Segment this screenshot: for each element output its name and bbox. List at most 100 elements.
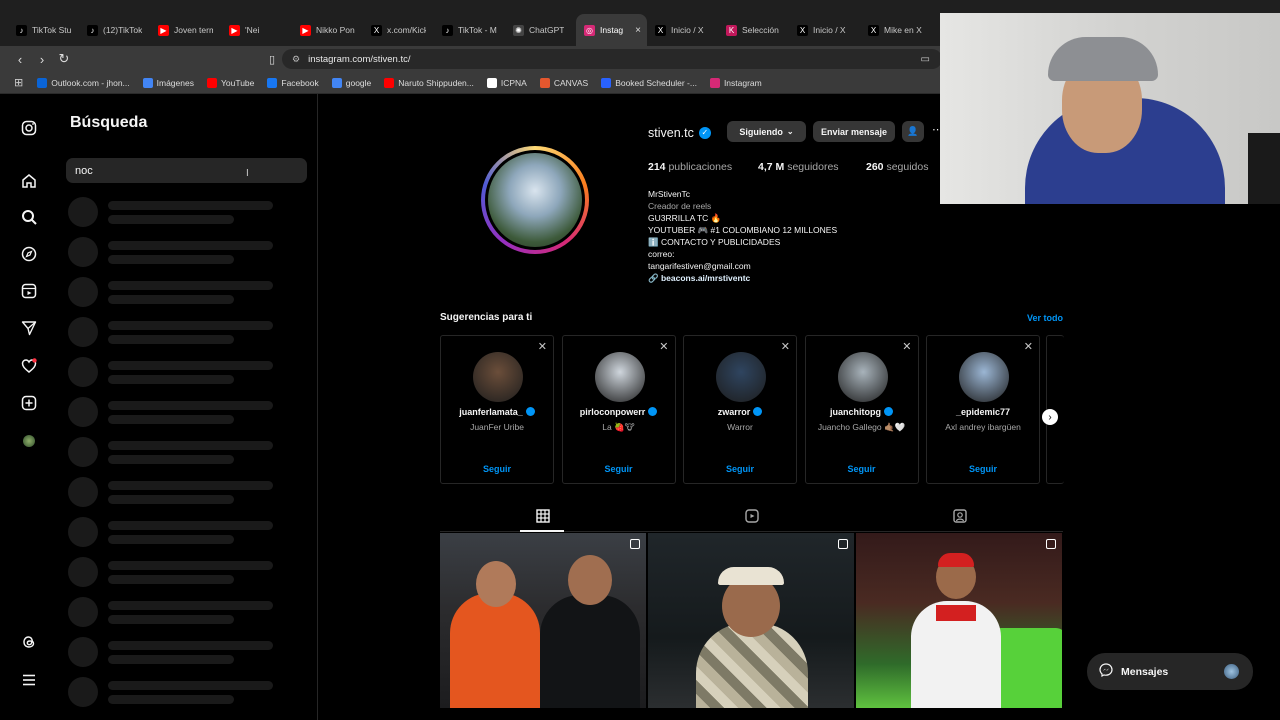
posts-grid-tab-icon[interactable] <box>535 508 551 524</box>
bookmark-item[interactable]: YouTube <box>206 77 254 88</box>
follow-button[interactable]: Seguir <box>563 464 675 474</box>
suggestion-card[interactable]: ✕ zwarror Warror Seguir <box>683 335 797 484</box>
reels-tab-icon[interactable] <box>744 508 760 524</box>
suggestion-card[interactable]: ✕ _epidemic77 Axl andrey ibargüen Seguir <box>926 335 1040 484</box>
search-icon[interactable] <box>19 207 39 227</box>
send-message-button[interactable]: Enviar mensaje <box>813 121 895 142</box>
address-bar[interactable]: ⚙ instagram.com/stiven.tc/ ▭ <box>282 49 942 69</box>
dismiss-suggestion-icon[interactable]: ✕ <box>659 340 668 353</box>
suggestion-card[interactable]: ✕ juanchitopg Juancho Gallego 🤙🏽🤍 Seguir <box>804 335 919 484</box>
browser-tab[interactable]: ✺ ChatGPT <box>505 14 576 46</box>
posts-stat: 214 publicaciones <box>648 161 732 173</box>
bookmark-item[interactable]: Naruto Shippuden... <box>384 77 474 88</box>
suggestion-username: pirloconpowerr <box>579 407 646 417</box>
bookmark-item[interactable]: Instagram <box>709 77 762 88</box>
back-icon[interactable]: ‹ <box>10 52 30 67</box>
post-thumbnail[interactable] <box>648 533 854 708</box>
followers-count: 4,7 M <box>758 161 785 173</box>
send-message-label: Enviar mensaje <box>820 126 888 137</box>
suggestion-card[interactable]: ✕ pirloconpowerr La 🍓🐮 Seguir <box>561 335 676 484</box>
browser-tab[interactable]: ♪ TikTok Stu <box>8 14 79 46</box>
bookmark-item[interactable]: google <box>331 77 371 88</box>
browser-tab[interactable]: ♪ (12)TikTok <box>79 14 150 46</box>
browser-tab[interactable]: X Mike en X <box>860 14 931 46</box>
tab-title: Selección <box>742 25 779 35</box>
browser-tab[interactable]: ♪ TikTok - M <box>434 14 505 46</box>
bookmark-item[interactable]: Booked Scheduler -... <box>601 77 697 88</box>
see-all-link[interactable]: Ver todo <box>1027 313 1063 323</box>
messages-button[interactable]: Mensajes <box>1087 653 1253 690</box>
suggestion-username-row[interactable]: zwarror <box>684 407 796 417</box>
follow-button[interactable]: Seguir <box>684 464 796 474</box>
follow-button[interactable]: Seguir <box>806 464 918 474</box>
posts-label: publicaciones <box>668 161 733 173</box>
suggestion-avatar[interactable] <box>716 352 766 402</box>
bookmark-item[interactable]: Outlook.com - jhon... <box>37 77 130 88</box>
bookmark-favicon-icon <box>601 77 612 88</box>
suggestion-card[interactable]: ✕ juanferlamata_ JuanFer Uribe Seguir <box>440 335 554 484</box>
browser-tab[interactable]: ▶ Joven term <box>150 14 221 46</box>
bookmark-icon[interactable]: ▯ <box>262 53 282 66</box>
tagged-tab-icon[interactable] <box>952 508 968 524</box>
suggest-people-button[interactable]: 👤 <box>902 121 924 142</box>
profile-avatar-icon[interactable] <box>19 431 39 451</box>
suggestion-avatar[interactable] <box>959 352 1009 402</box>
tab-title: TikTok Stu <box>32 25 71 35</box>
suggestion-avatar[interactable] <box>594 352 645 402</box>
bookmark-favicon-icon <box>709 77 720 88</box>
home-icon[interactable] <box>19 171 39 191</box>
dismiss-suggestion-icon[interactable]: ✕ <box>1024 340 1033 353</box>
instagram-logo-icon[interactable] <box>19 118 39 138</box>
more-menu-icon[interactable] <box>19 670 39 690</box>
dismiss-suggestion-icon[interactable]: ✕ <box>538 340 547 353</box>
post-thumbnail[interactable] <box>440 533 646 708</box>
reels-icon[interactable] <box>19 281 39 301</box>
browser-tab[interactable]: ◎ Instag × <box>576 14 647 46</box>
bookmark-item[interactable]: CANVAS <box>539 77 588 88</box>
followers-stat[interactable]: 4,7 M seguidores <box>758 161 839 173</box>
dismiss-suggestion-icon[interactable]: ✕ <box>781 340 790 353</box>
suggestion-avatar[interactable] <box>837 352 888 402</box>
notifications-heart-icon[interactable] <box>19 356 39 376</box>
apps-grid-icon[interactable]: ⊞ <box>14 76 23 89</box>
reload-icon[interactable]: ↻ <box>54 51 74 67</box>
close-tab-icon[interactable]: × <box>635 25 641 36</box>
placeholder-line <box>108 415 234 424</box>
browser-tab[interactable]: ▶ Nikko Pon <box>292 14 363 46</box>
browser-tab[interactable]: K Selección <box>718 14 789 46</box>
chevron-right-icon[interactable]: › <box>1042 409 1058 425</box>
follow-button[interactable]: Seguir <box>441 464 553 474</box>
browser-tab[interactable]: Xx.com/Kick <box>363 14 434 46</box>
profile-avatar-story-ring[interactable] <box>481 146 589 254</box>
browser-tab[interactable]: X Inicio / X <box>647 14 718 46</box>
suggestion-username-row[interactable]: _epidemic77 <box>927 407 1039 417</box>
bio-link[interactable]: 🔗 beacons.ai/mrstiventc <box>648 272 878 284</box>
bookmark-item[interactable]: Facebook <box>267 77 319 88</box>
bookmark-label: Facebook <box>281 77 319 88</box>
following-stat[interactable]: 260 seguidos <box>866 161 928 173</box>
tab-title: Instag <box>600 25 624 35</box>
explore-icon[interactable] <box>19 244 39 264</box>
suggestion-username-row[interactable]: juanchitopg <box>806 407 918 417</box>
search-input[interactable] <box>66 158 307 183</box>
following-button[interactable]: Siguiendo ⌄ <box>727 121 806 142</box>
suggestion-username-row[interactable]: pirloconpowerr <box>563 407 675 417</box>
browser-tab[interactable]: X Inicio / X <box>789 14 860 46</box>
tab-title: TikTok - M <box>458 25 497 35</box>
suggestion-fullname: JuanFer Uribe <box>470 422 524 432</box>
dismiss-suggestion-icon[interactable]: ✕ <box>902 340 911 353</box>
threads-icon[interactable] <box>19 632 39 652</box>
follow-button[interactable]: Seguir <box>927 464 1039 474</box>
bookmark-item[interactable]: ICPNA <box>486 77 527 88</box>
suggestion-username-row[interactable]: juanferlamata_ <box>441 407 553 417</box>
placeholder-avatar <box>68 597 98 627</box>
site-info-icon[interactable]: ⚙ <box>292 54 300 65</box>
cast-icon[interactable]: ▭ <box>921 54 930 65</box>
direct-messages-icon[interactable] <box>19 318 39 338</box>
browser-tab[interactable]: ▶ 'Nei <box>221 14 292 46</box>
bookmark-item[interactable]: Imágenes <box>142 77 194 88</box>
suggestion-avatar[interactable] <box>473 352 523 402</box>
post-thumbnail[interactable] <box>856 533 1062 708</box>
create-post-icon[interactable] <box>19 393 39 413</box>
forward-icon[interactable]: › <box>32 52 52 67</box>
